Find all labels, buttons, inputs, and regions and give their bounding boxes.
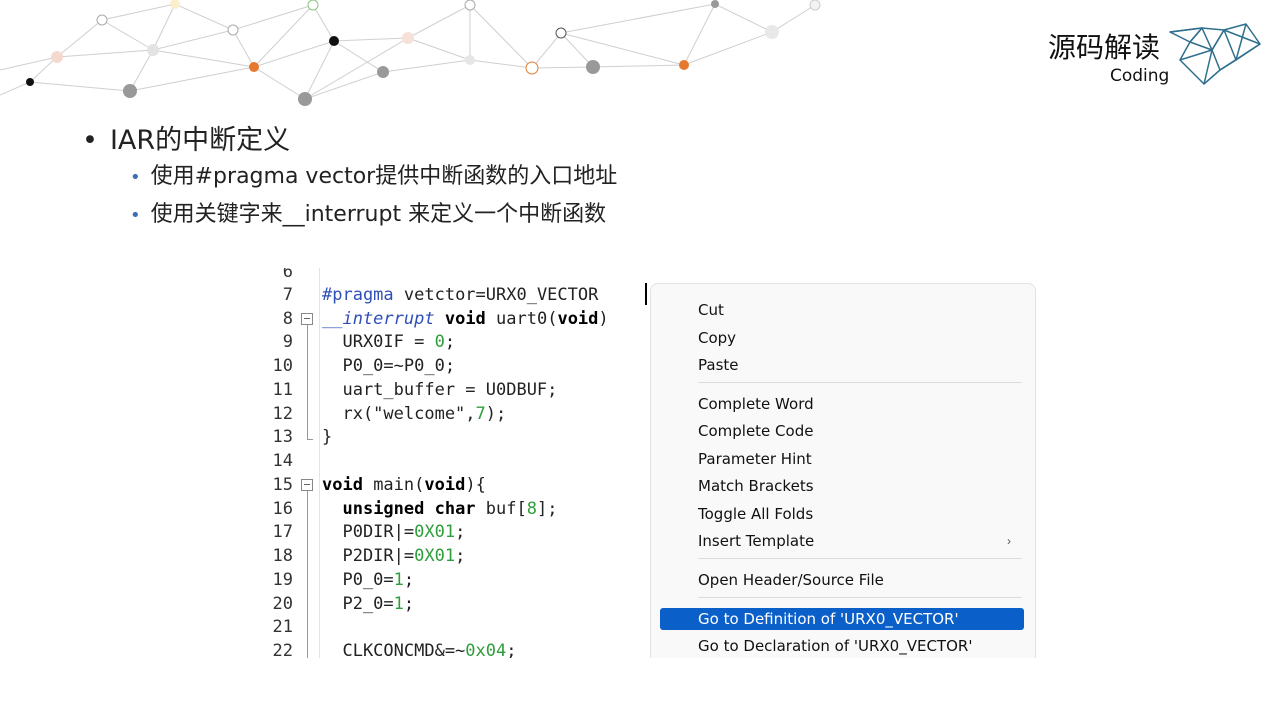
line-number: 17: [272, 522, 293, 542]
code-line-12[interactable]: rx("welcome",7);: [322, 404, 506, 424]
code-line-18[interactable]: P2DIR|=0X01;: [322, 546, 465, 566]
line-number: 9: [282, 332, 293, 352]
menu-item-complete-word[interactable]: Complete Word: [698, 395, 814, 413]
line-number: 6: [282, 268, 293, 282]
code-line-9[interactable]: URX0IF = 0;: [322, 332, 455, 352]
menu-item-go-to-declaration[interactable]: Go to Declaration of 'URX0_VECTOR': [698, 637, 972, 655]
main-bullet-text: IAR的中断定义: [109, 125, 291, 156]
code-line-16[interactable]: unsigned char buf[8];: [322, 499, 557, 519]
menu-item-open-header-source[interactable]: Open Header/Source File: [698, 571, 884, 589]
line-number: 22: [272, 641, 293, 658]
menu-item-complete-code[interactable]: Complete Code: [698, 422, 813, 440]
text-caret: [645, 283, 647, 305]
submenu-chevron-icon: ›: [1007, 534, 1011, 548]
line-number: 14: [272, 451, 293, 471]
sub-bullet: • 使用关键字来__interrupt 来定义一个中断函数: [130, 202, 607, 227]
menu-item-match-brackets[interactable]: Match Brackets: [698, 477, 814, 495]
code-line-20[interactable]: P2_0=1;: [322, 594, 414, 614]
line-number: 20: [272, 594, 293, 614]
menu-item-parameter-hint[interactable]: Parameter Hint: [698, 450, 812, 468]
menu-item-toggle-all-folds[interactable]: Toggle All Folds: [698, 505, 813, 523]
line-number: 21: [272, 617, 293, 637]
line-number: 11: [272, 380, 293, 400]
fold-toggle-icon[interactable]: [301, 313, 313, 325]
fold-guide: [307, 325, 308, 439]
sub-bullet-text: 使用#pragma vector提供中断函数的入口地址: [150, 164, 618, 189]
polygon-logo-icon: [1169, 23, 1261, 85]
line-number: 18: [272, 546, 293, 566]
menu-item-insert-template[interactable]: Insert Template: [698, 532, 814, 550]
fold-guide: [307, 491, 308, 658]
line-number: 15: [272, 475, 293, 495]
menu-item-go-to-definition[interactable]: Go to Definition of 'URX0_VECTOR': [698, 610, 959, 628]
menu-separator: [698, 382, 1022, 383]
line-number-gutter: 6 7 8 9 10 11 12 13 14 15 16 17 18 19 20…: [240, 268, 300, 658]
code-editor-screenshot: 6 7 8 9 10 11 12 13 14 15 16 17 18 19 20…: [240, 268, 1040, 658]
code-line-15[interactable]: void main(void){: [322, 475, 486, 495]
line-number: 12: [272, 404, 293, 424]
line-number: 19: [272, 570, 293, 590]
gutter-divider: [319, 268, 320, 658]
line-number: 13: [272, 427, 293, 447]
code-line-22[interactable]: CLKCONCMD&=~0x04;: [322, 641, 516, 658]
code-line-7[interactable]: #pragma vetctor=URX0_VECTOR: [322, 285, 598, 305]
brand-title: 源码解读: [1048, 31, 1161, 64]
main-bullet: • IAR的中断定义: [82, 125, 291, 156]
sub-bullet: • 使用#pragma vector提供中断函数的入口地址: [130, 164, 618, 189]
line-number: 8: [282, 309, 293, 329]
line-number: 7: [282, 285, 293, 305]
menu-item-copy[interactable]: Copy: [698, 329, 736, 347]
network-decoration: [0, 0, 821, 106]
code-line-17[interactable]: P0DIR|=0X01;: [322, 522, 465, 542]
code-line-10[interactable]: P0_0=~P0_0;: [322, 356, 455, 376]
line-number: 10: [272, 356, 293, 376]
code-line-19[interactable]: P0_0=1;: [322, 570, 414, 590]
fold-end-marker: [307, 439, 313, 440]
menu-separator: [698, 597, 1022, 598]
line-number: 16: [272, 499, 293, 519]
code-line-13[interactable]: }: [322, 427, 332, 447]
brand-subtitle: Coding: [1110, 66, 1170, 86]
sub-bullet-text: 使用关键字来__interrupt 来定义一个中断函数: [150, 202, 607, 227]
code-line-11[interactable]: uart_buffer = U0DBUF;: [322, 380, 557, 400]
menu-item-cut[interactable]: Cut: [698, 301, 724, 319]
code-line-8[interactable]: __interrupt void uart0(void): [322, 309, 609, 329]
fold-toggle-icon[interactable]: [301, 479, 313, 491]
menu-item-paste[interactable]: Paste: [698, 356, 739, 374]
menu-separator: [698, 558, 1022, 559]
